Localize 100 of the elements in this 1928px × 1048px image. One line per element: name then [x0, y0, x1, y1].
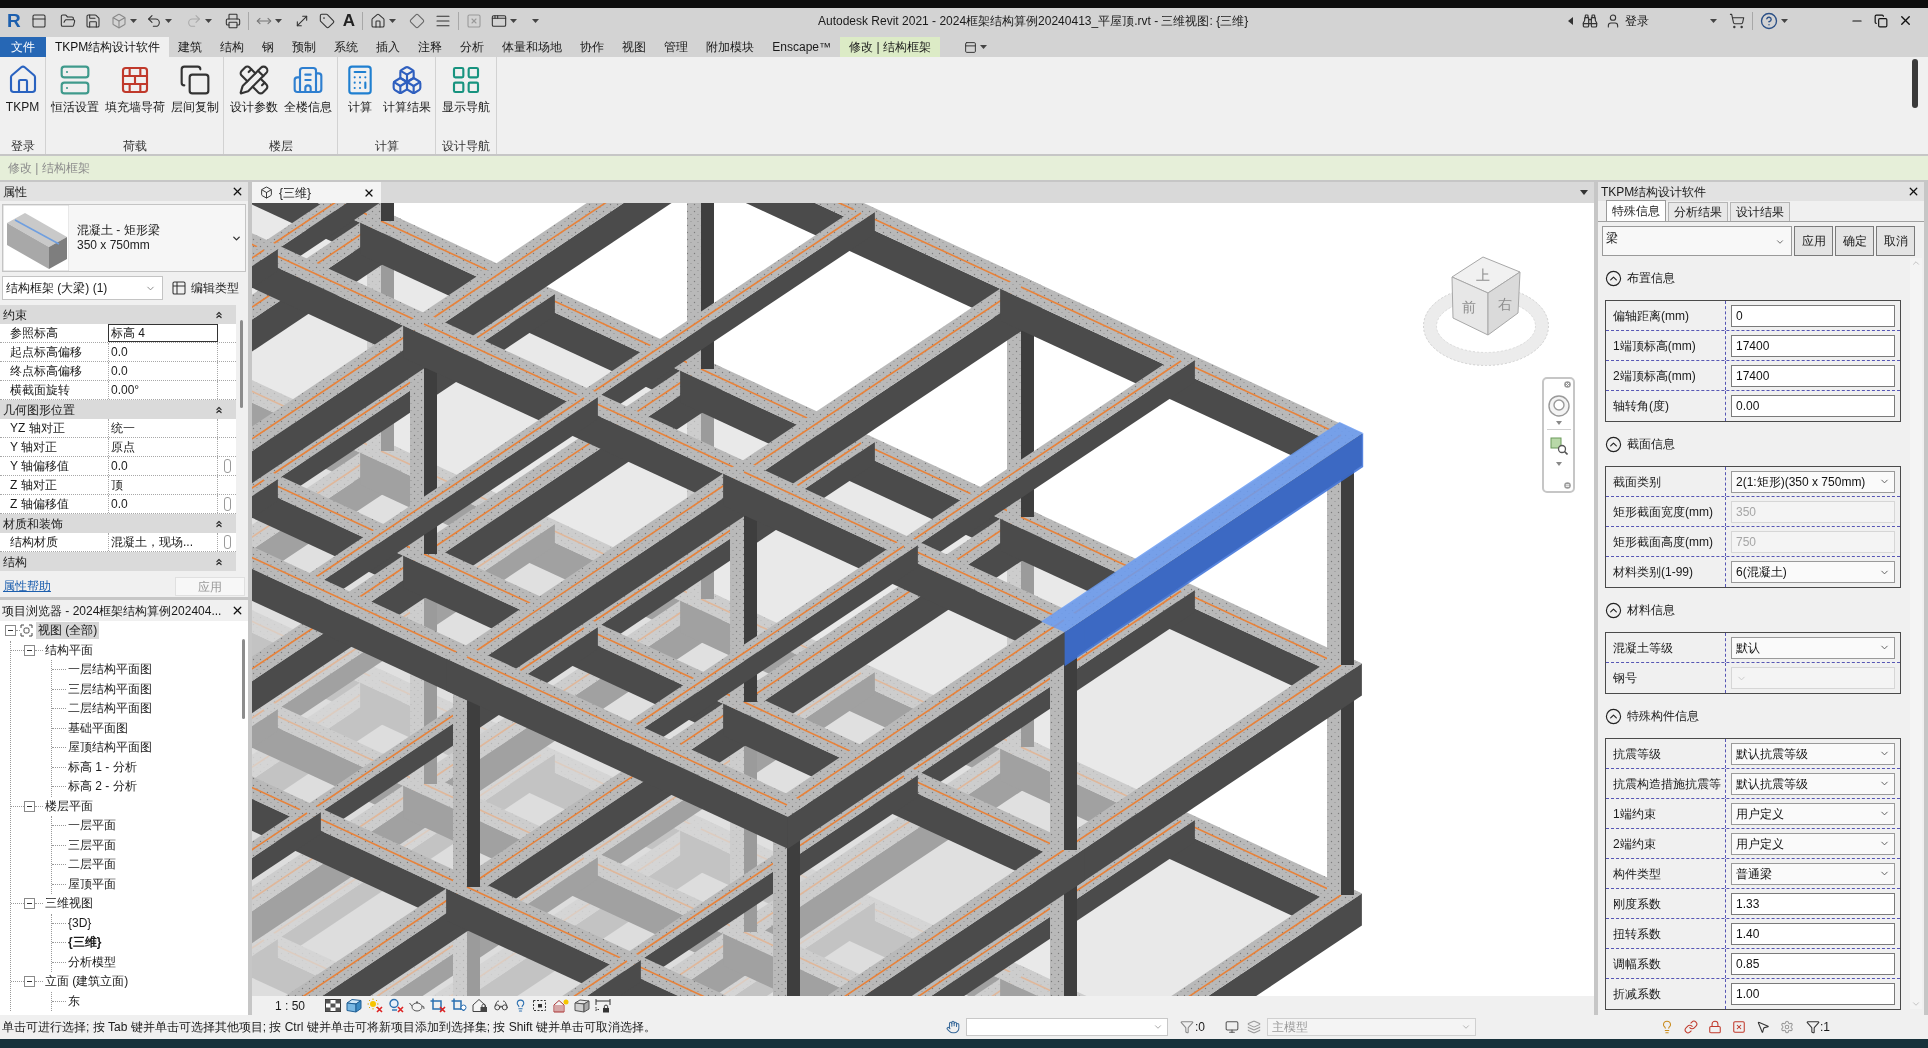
property-field[interactable]: 0.0 [108, 362, 218, 380]
close-icon[interactable] [1898, 13, 1913, 28]
tree-item[interactable]: 东 [66, 992, 82, 1010]
scrollbar-thumb[interactable] [239, 320, 243, 408]
lightbulb-icon[interactable] [1660, 1020, 1674, 1034]
text-field[interactable]: 1.40 [1731, 922, 1895, 945]
options-icon[interactable] [1564, 482, 1571, 489]
hand-icon[interactable] [946, 1020, 960, 1034]
ribbon-tab[interactable]: 分析 [451, 37, 494, 57]
property-field[interactable]: 0.00° [108, 381, 218, 399]
ribbon-button[interactable]: 层间复制 [170, 57, 219, 137]
associate-button[interactable] [223, 459, 231, 473]
scrollbar-thumb[interactable] [241, 639, 245, 719]
property-field[interactable]: 0.0 [108, 495, 218, 513]
collapse-icon[interactable] [24, 800, 35, 812]
ribbon-button[interactable]: 显示导航 [442, 57, 490, 137]
crop-x-icon[interactable] [430, 998, 447, 1013]
tree-item[interactable]: 三维视图 [43, 895, 95, 913]
ribbon-tab[interactable]: Enscape™ [763, 37, 841, 57]
panel-button[interactable]: 取消 [1876, 226, 1915, 256]
ribbon-button[interactable]: 全楼信息 [283, 57, 332, 137]
caret-icon[interactable] [164, 18, 172, 23]
tree-item[interactable]: 三层平面 [66, 836, 118, 854]
property-field[interactable]: 0.0 [108, 457, 218, 475]
caret-icon[interactable] [979, 45, 987, 49]
property-group-header[interactable]: 约束 [0, 305, 236, 324]
text-field[interactable]: 1.00 [1731, 983, 1895, 1005]
zoom-icon[interactable] [1549, 437, 1568, 455]
ribbon-tab[interactable]: 修改 | 结构框架 [840, 37, 940, 57]
close-icon[interactable] [231, 604, 244, 617]
monitor-icon[interactable] [1225, 1020, 1239, 1034]
selected-beam[interactable] [1041, 422, 1364, 667]
ribbon-tab[interactable]: 钢 [253, 37, 284, 57]
property-group-header[interactable]: 结构 [0, 552, 236, 571]
property-field[interactable]: 统一 [108, 419, 218, 437]
glasses-icon[interactable] [493, 998, 510, 1013]
panel-tab[interactable]: 特殊信息 [1606, 200, 1666, 221]
binoculars-icon[interactable] [1582, 12, 1598, 29]
panel-tab[interactable]: 分析结果 [1668, 202, 1728, 221]
tree-item[interactable]: 屋顶结构平面图 [66, 739, 154, 757]
tree-item[interactable]: {三维} [66, 934, 104, 952]
dropdown[interactable]: 默认 [1731, 636, 1895, 659]
tree-item[interactable]: 立面 (建筑立面) [43, 973, 131, 991]
scrollbar-thumb[interactable] [1912, 59, 1918, 108]
teapot-icon[interactable] [409, 998, 426, 1013]
caret-icon[interactable] [532, 18, 539, 23]
property-field[interactable]: 0.0 [108, 343, 218, 361]
property-group-header[interactable]: 几何图形位置 [0, 400, 236, 419]
text-field[interactable]: 0.00 [1731, 395, 1895, 417]
link-icon[interactable] [1684, 1020, 1698, 1034]
dropdown[interactable]: 6(混凝土) [1731, 561, 1895, 583]
sun-x-icon[interactable] [367, 998, 384, 1013]
ribbon-tab[interactable]: 协作 [571, 37, 614, 57]
cart-icon[interactable] [1729, 12, 1745, 29]
collapse-icon[interactable] [24, 976, 35, 988]
caret-icon[interactable] [274, 18, 282, 23]
magnifier-x-icon[interactable] [388, 998, 405, 1013]
ribbon-button[interactable]: 计算结果 [382, 57, 431, 137]
tree-item[interactable]: 二层平面 [66, 856, 118, 874]
dotted-box-icon[interactable] [532, 998, 549, 1013]
tree-item[interactable]: 基础平面图 [66, 719, 130, 737]
caret-icon[interactable] [204, 18, 212, 23]
lock-icon[interactable] [1708, 1020, 1722, 1034]
edit-type-button[interactable]: 编辑类型 [169, 276, 241, 300]
collapse-icon[interactable] [1605, 269, 1622, 287]
filter-icon[interactable] [1806, 1020, 1820, 1034]
tree-item[interactable]: 标高 1 - 分析 [66, 758, 139, 776]
sign-in-button[interactable]: 登录 [1625, 11, 1649, 30]
view-scale[interactable]: 1 : 50 [275, 996, 306, 1015]
property-field[interactable]: 标高 4 [108, 324, 218, 342]
ribbon-tab[interactable]: 预制 [283, 37, 326, 57]
diamond-icon[interactable] [409, 12, 425, 29]
cursor-icon[interactable] [1756, 1020, 1770, 1034]
ribbon-tab[interactable]: TKPM结构设计软件 [46, 37, 170, 57]
windows-icon[interactable] [491, 12, 507, 29]
ribbon-tab[interactable]: 注释 [409, 37, 452, 57]
property-field[interactable]: 混凝土，现场... [108, 533, 218, 551]
ribbon-tab[interactable]: 视图 [613, 37, 656, 57]
ribbon-button[interactable]: TKPM [5, 57, 40, 137]
ribbon-tab[interactable]: 插入 [367, 37, 410, 57]
crop-bulb-icon[interactable] [451, 998, 468, 1013]
tree-item[interactable]: 视图 (全部) [36, 622, 100, 640]
collapse-icon[interactable] [24, 644, 35, 656]
text-field[interactable]: 0.85 [1731, 952, 1895, 975]
ribbon-tab[interactable]: 建筑 [169, 37, 212, 57]
associate-button[interactable] [223, 497, 231, 511]
text-tool-button[interactable]: A [342, 12, 355, 29]
tree-item[interactable]: 屋顶平面 [66, 875, 118, 893]
house-icon[interactable] [370, 12, 386, 29]
associate-button[interactable] [223, 535, 231, 549]
caret-icon[interactable] [510, 18, 517, 23]
text-field[interactable]: 0 [1731, 304, 1895, 327]
wheel-icon[interactable] [1547, 395, 1570, 417]
tree-item[interactable]: 一层平面 [66, 817, 118, 835]
square-x-icon[interactable] [1732, 1020, 1746, 1034]
collapse-icon[interactable] [1605, 435, 1622, 453]
ribbon-tab[interactable]: 系统 [325, 37, 368, 57]
printer-icon[interactable] [224, 12, 241, 29]
ribbon-button[interactable]: 计算 [342, 57, 377, 137]
collapse-icon[interactable] [5, 625, 16, 637]
